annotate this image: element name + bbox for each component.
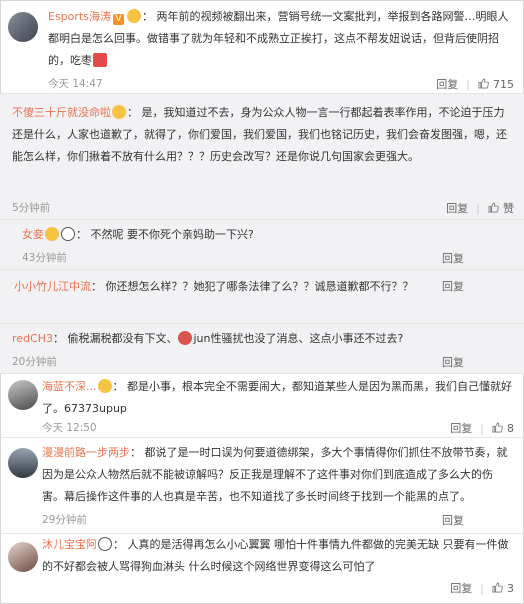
comment-body: 沐儿宝宝阿： 人真的是活得再怎么小心翼翼 哪怕十件事情九件都做的完美无缺 只要有…: [42, 537, 509, 573]
timestamp: 今天 12:50: [42, 422, 97, 434]
emoji-icon: [93, 53, 107, 67]
timestamp: 29分钟前: [42, 514, 87, 526]
comment-text-cont: jun性骚扰也没了消息、这点小事还不过去?: [193, 332, 404, 345]
avatar[interactable]: [8, 12, 38, 42]
like-button[interactable]: 赞: [488, 200, 514, 216]
like-count: 715: [493, 78, 514, 91]
comment-item: 小小竹儿江中流： 你还想怎么样？？她犯了哪条法律了么？？诚恳道歉都不行？？ 回复: [0, 270, 524, 324]
comment-text: 偷税漏税都没有下文、: [67, 332, 178, 345]
comment-text: 你还想怎么样？？她犯了哪条法律了么？？诚恳道歉都不行？？: [105, 280, 414, 293]
like-count: 3: [507, 582, 514, 595]
comment-item: redCH3： 偷税漏税都没有下文、 jun性骚扰也没了消息、这点小事还不过去? …: [0, 324, 524, 374]
comment-item: 漫漫前路一步两步： 都说了是一时口误为何要道德绑架，多大个事情得你们抓住不放带节…: [0, 438, 524, 534]
like-button[interactable]: 8: [492, 422, 514, 435]
emoji-icon: [61, 227, 75, 241]
user-name[interactable]: 不傻三十斤就没命啦: [12, 106, 111, 119]
thumb-up-icon: [492, 582, 503, 593]
timestamp: 43分钟前: [22, 252, 67, 264]
user-name[interactable]: Esports海涛: [48, 10, 111, 23]
avatar[interactable]: [8, 542, 38, 572]
comment-item: 女妾： 不然呢 要不你死个亲妈助一下兴? 43分钟前 回复: [0, 220, 524, 270]
comment-text: 不然呢 要不你死个亲妈助一下兴?: [90, 228, 254, 241]
timestamp: 今天 14:47: [48, 78, 103, 90]
reply-button[interactable]: 回复: [450, 580, 472, 596]
reply-button[interactable]: 回复: [442, 354, 464, 370]
comment-actions: 回复: [442, 250, 464, 266]
emoji-icon: [97, 379, 112, 393]
comment-body: Esports海涛 V： 两年前的视频被翻出来，营销号统一文案批判，举报到各路网警…: [48, 9, 509, 67]
emoji-icon: [112, 105, 126, 119]
comment-actions: 回复 | 赞: [446, 200, 514, 216]
comment-actions: 回复: [442, 278, 464, 294]
user-name[interactable]: redCH3: [12, 332, 53, 345]
emoji-icon: [178, 331, 193, 345]
comment-actions: 回复 | 3: [450, 580, 514, 596]
emoji-icon: [45, 227, 59, 241]
reply-button[interactable]: 回复: [436, 76, 458, 92]
like-button[interactable]: 715: [478, 78, 514, 91]
user-name[interactable]: 女妾: [22, 228, 44, 241]
comment-actions: 回复: [442, 354, 464, 370]
reply-button[interactable]: 回复: [442, 250, 464, 266]
emoji-icon: [98, 537, 112, 551]
comment-body: 不傻三十斤就没命啦： 是，我知道过不去，身为公众人物一言一行都起着表率作用，不论…: [12, 105, 507, 163]
comment-body: redCH3： 偷税漏税都没有下文、 jun性骚扰也没了消息、这点小事还不过去?: [12, 331, 404, 345]
comment-item: 沐儿宝宝阿： 人真的是活得再怎么小心翼翼 哪怕十件事情九件都做的完美无缺 只要有…: [0, 534, 524, 604]
thumb-up-icon: [478, 78, 489, 89]
comment-body: 女妾： 不然呢 要不你死个亲妈助一下兴?: [22, 227, 254, 241]
like-count: 8: [507, 422, 514, 435]
like-label: 赞: [503, 202, 514, 215]
timestamp: 5分钟前: [12, 202, 51, 214]
avatar[interactable]: [8, 380, 38, 410]
emoji-icon: [126, 9, 141, 23]
comment-body: 海蓝不深...： 都是小事，根本完全不需要闹大，都知道某些人是因为黑而黑，我们自…: [42, 379, 512, 415]
comment-body: 漫漫前路一步两步： 都说了是一时口误为何要道德绑架，多大个事情得你们抓住不放带节…: [42, 446, 508, 503]
user-name[interactable]: 沐儿宝宝阿: [42, 538, 97, 551]
reply-button[interactable]: 回复: [442, 278, 464, 294]
like-button[interactable]: 3: [492, 582, 514, 595]
thumb-up-icon: [488, 202, 499, 213]
comment-item: Esports海涛 V： 两年前的视频被翻出来，营销号统一文案批判，举报到各路网警…: [0, 0, 524, 94]
avatar[interactable]: [8, 448, 38, 478]
comment-actions: 回复 | 8: [450, 420, 514, 436]
comment-item: 海蓝不深...： 都是小事，根本完全不需要闹大，都知道某些人是因为黑而黑，我们自…: [0, 374, 524, 438]
verified-badge-icon: V: [112, 14, 124, 25]
user-name[interactable]: 漫漫前路一步两步: [42, 446, 130, 459]
comment-actions: 回复: [442, 512, 464, 528]
timestamp: 20分钟前: [12, 356, 57, 368]
comment-body: 小小竹儿江中流： 你还想怎么样？？她犯了哪条法律了么？？诚恳道歉都不行？？: [14, 280, 414, 293]
reply-button[interactable]: 回复: [446, 200, 468, 216]
user-name[interactable]: 小小竹儿江中流: [14, 280, 91, 293]
reply-button[interactable]: 回复: [442, 512, 464, 528]
comment-text: 都是小事，根本完全不需要闹大，都知道某些人是因为黑而黑，我们自己懂就好了。673…: [42, 380, 512, 415]
comment-item: 不傻三十斤就没命啦： 是，我知道过不去，身为公众人物一言一行都起着表率作用，不论…: [0, 94, 524, 220]
comment-actions: 回复 | 715: [436, 76, 514, 92]
user-name[interactable]: 海蓝不深...: [42, 380, 97, 393]
thumb-up-icon: [492, 422, 503, 433]
reply-button[interactable]: 回复: [450, 420, 472, 436]
